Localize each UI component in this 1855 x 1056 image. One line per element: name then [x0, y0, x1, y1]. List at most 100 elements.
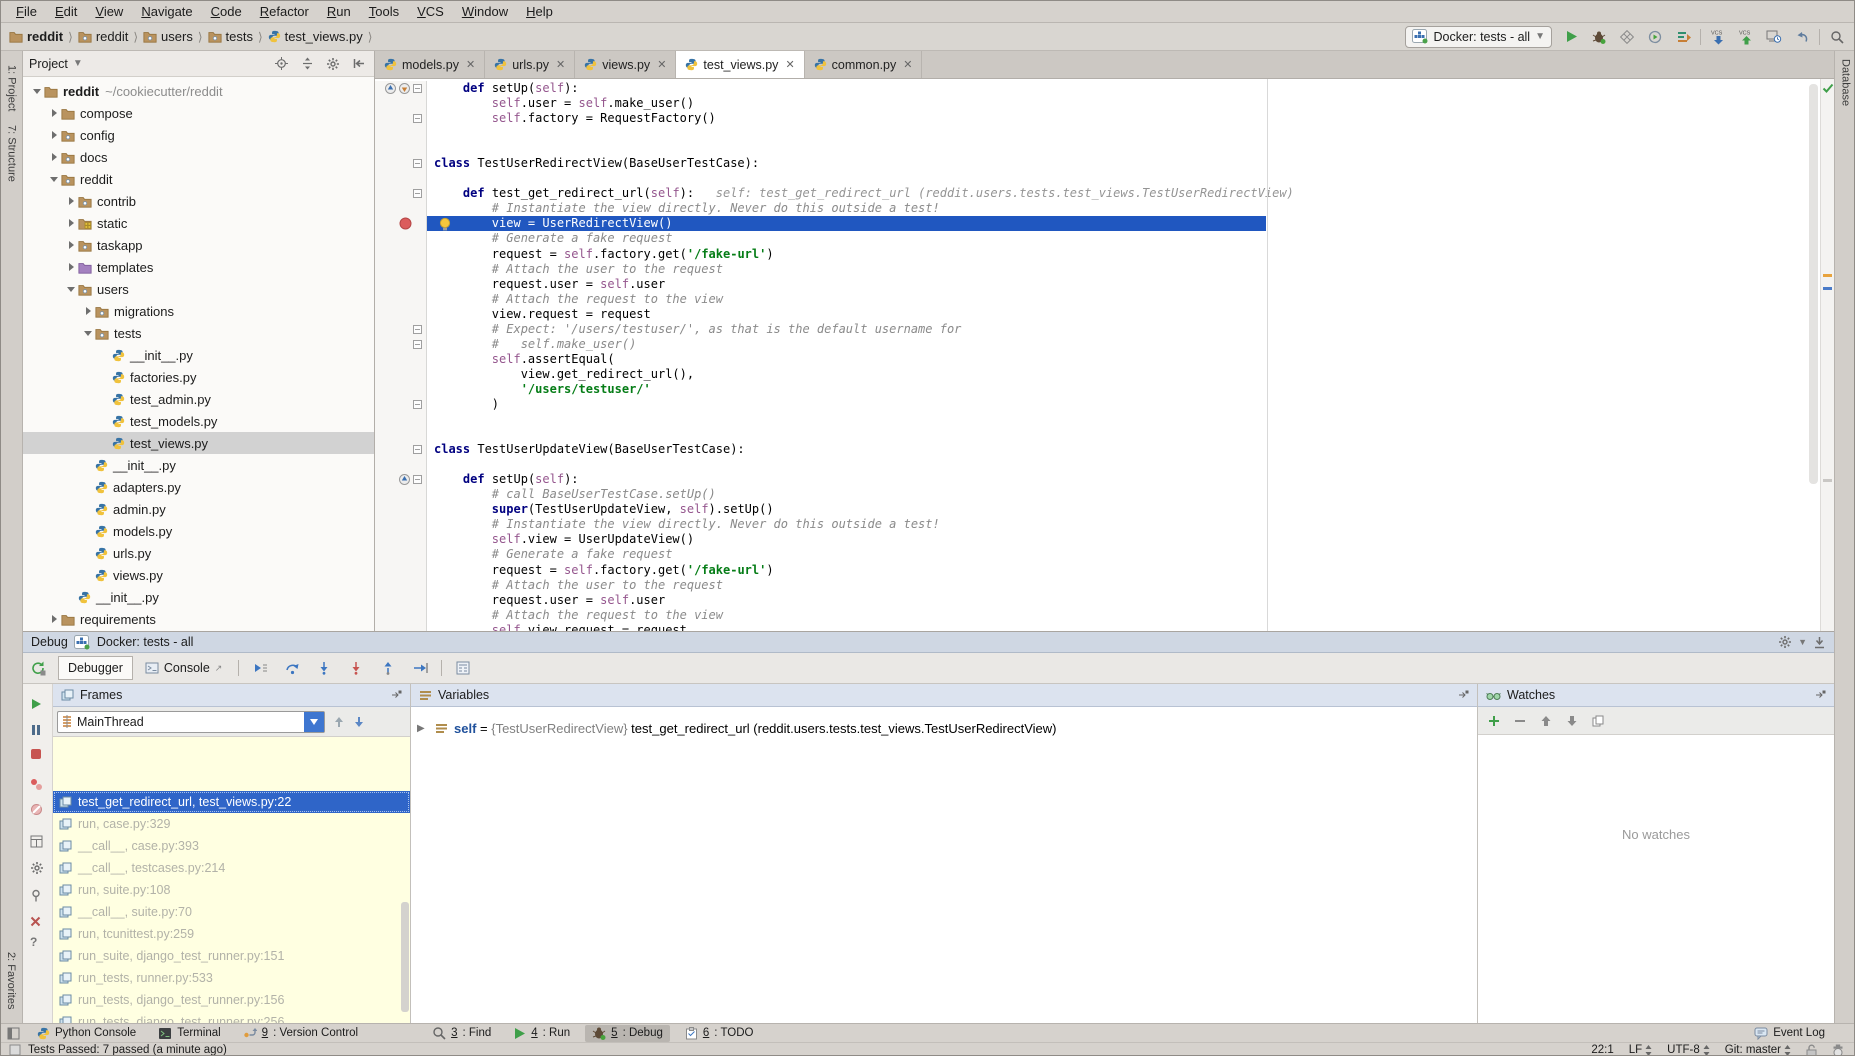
code-line[interactable]: self.view.request = request [375, 623, 1820, 631]
stripe-button-structure[interactable]: 7: Structure [6, 125, 18, 182]
step-out-button[interactable] [377, 657, 399, 679]
status-22-1[interactable]: 22:1 [1591, 1044, 1613, 1056]
frame-row[interactable]: run_suite, django_test_runner.py:151 [53, 945, 410, 967]
toolwindow-button-version-control[interactable]: 9: Version Control [236, 1025, 365, 1042]
tree-item-adapters-py[interactable]: adapters.py [23, 476, 374, 498]
code-line[interactable]: request = self.factory.get('/fake-url') [375, 247, 1820, 262]
code-line[interactable]: # Instantiate the view directly. Never d… [375, 201, 1820, 216]
stop-button[interactable] [30, 748, 42, 760]
gutter[interactable] [375, 277, 427, 292]
code-line[interactable]: request.user = self.user [375, 277, 1820, 292]
debug-tab-console[interactable]: Console↗ [135, 656, 232, 680]
gutter[interactable] [375, 247, 427, 262]
gutter[interactable] [375, 563, 427, 578]
gutter[interactable] [375, 352, 427, 367]
status-message-area[interactable]: Tests Passed: 7 passed (a minute ago) [9, 1044, 227, 1056]
code-line[interactable]: # call BaseUserTestCase.setUp() [375, 487, 1820, 502]
code-line[interactable]: self.view = UserUpdateView() [375, 532, 1820, 547]
gutter[interactable] [375, 292, 427, 307]
fold-marker-icon[interactable] [413, 325, 422, 334]
gutter[interactable] [375, 231, 427, 246]
fold-marker-icon[interactable] [413, 340, 422, 349]
close-tab-icon[interactable]: ✕ [785, 58, 794, 71]
tree-item-taskapp[interactable]: taskapp [23, 234, 374, 256]
tree-item-reddit[interactable]: reddit~/cookiecutter/reddit [23, 80, 374, 102]
frame-row[interactable]: run, tcunittest.py:259 [53, 923, 410, 945]
thread-selector[interactable]: MainThread [57, 711, 325, 733]
status-git-master[interactable]: Git: master [1725, 1044, 1791, 1056]
close-tab-icon[interactable]: ✕ [466, 58, 475, 71]
tree-item-test-models-py[interactable]: test_models.py [23, 410, 374, 432]
tree-item-migrations[interactable]: migrations [23, 300, 374, 322]
code-line[interactable] [375, 427, 1820, 442]
pin-button[interactable] [30, 889, 42, 902]
breadcrumb-item[interactable]: users [143, 29, 193, 44]
frame-row[interactable]: run_tests, django_test_runner.py:156 [53, 989, 410, 1011]
code-line[interactable]: self.factory = RequestFactory() [375, 111, 1820, 126]
breadcrumb-item[interactable]: test_views.py [268, 29, 363, 44]
move-down-watch-button[interactable] [1566, 715, 1578, 727]
close-tab-icon[interactable]: ✕ [903, 58, 912, 71]
move-up-watch-button[interactable] [1540, 715, 1552, 727]
tree-item-reddit[interactable]: reddit [23, 168, 374, 190]
code-line[interactable]: # Instantiate the view directly. Never d… [375, 517, 1820, 532]
run-to-cursor-button[interactable] [409, 657, 431, 679]
toolwindow-button-todo[interactable]: 6: TODO [678, 1025, 761, 1042]
frame-row[interactable]: __call__, suite.py:70 [53, 901, 410, 923]
run-button[interactable] [1560, 26, 1582, 48]
tree-item-urls-py[interactable]: urls.py [23, 542, 374, 564]
toolwindow-button-debug[interactable]: 5: Debug [585, 1025, 670, 1042]
vcs-update-button[interactable]: VCS [1707, 26, 1729, 48]
tree-closed-arrow-icon[interactable] [63, 240, 78, 250]
force-step-into-button[interactable] [345, 657, 367, 679]
gutter[interactable] [375, 322, 427, 337]
debug-tab-debugger[interactable]: Debugger [58, 656, 133, 680]
code-line[interactable]: class TestUserUpdateView(BaseUserTestCas… [375, 442, 1820, 457]
menu-navigate[interactable]: Navigate [132, 4, 201, 19]
test-down-icon[interactable] [399, 83, 410, 94]
tree-closed-arrow-icon[interactable] [46, 130, 61, 140]
code-line[interactable]: # Expect: '/users/testuser/', as that is… [375, 322, 1820, 337]
frame-up-icon[interactable] [333, 716, 345, 728]
gutter[interactable] [375, 186, 427, 201]
duplicate-watch-button[interactable] [1592, 715, 1604, 727]
code-line[interactable] [375, 126, 1820, 141]
gutter[interactable] [375, 487, 427, 502]
frame-row[interactable]: __call__, case.py:393 [53, 835, 410, 857]
fold-marker-icon[interactable] [413, 475, 422, 484]
code-line[interactable]: # Generate a fake request [375, 547, 1820, 562]
toolwindow-button-event-log[interactable]: Event Log [1747, 1025, 1832, 1042]
menu-vcs[interactable]: VCS [408, 4, 453, 19]
stripe-mark-gray[interactable] [1823, 479, 1832, 482]
tree-closed-arrow-icon[interactable] [63, 196, 78, 206]
menu-help[interactable]: Help [517, 4, 562, 19]
code-line[interactable] [375, 141, 1820, 156]
chevron-down-icon[interactable]: ▼ [73, 58, 83, 69]
view-breakpoints-button[interactable] [30, 778, 43, 791]
code-line[interactable]: self.assertEqual( [375, 352, 1820, 367]
code-line[interactable]: '/users/testuser/' [375, 382, 1820, 397]
gutter[interactable] [375, 337, 427, 352]
gutter[interactable] [375, 457, 427, 472]
code-line[interactable] [375, 412, 1820, 427]
frame-row[interactable]: run_tests, runner.py:533 [53, 967, 410, 989]
gutter[interactable] [375, 382, 427, 397]
layout-button[interactable] [30, 835, 43, 848]
tab-views-py[interactable]: views.py✕ [575, 51, 676, 78]
tree-item--init-py[interactable]: __init__.py [23, 344, 374, 366]
code-line[interactable]: view.request = request [375, 307, 1820, 322]
gutter[interactable] [375, 201, 427, 216]
breakpoint-icon[interactable] [399, 217, 412, 230]
tree-closed-arrow-icon[interactable] [63, 218, 78, 228]
code-line[interactable]: class TestUserRedirectView(BaseUserTestC… [375, 156, 1820, 171]
gutter[interactable] [375, 578, 427, 593]
gutter[interactable] [375, 141, 427, 156]
hector-icon[interactable] [1832, 1044, 1844, 1056]
fold-marker-icon[interactable] [413, 84, 422, 93]
test-up-icon[interactable] [399, 474, 410, 485]
step-into-button[interactable] [313, 657, 335, 679]
float-panel-icon[interactable] [391, 690, 402, 700]
gutter[interactable] [375, 397, 427, 412]
menu-run[interactable]: Run [318, 4, 360, 19]
tree-open-arrow-icon[interactable] [46, 174, 61, 184]
